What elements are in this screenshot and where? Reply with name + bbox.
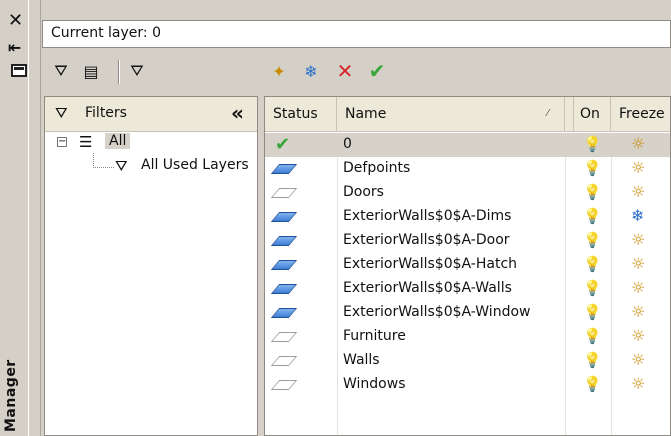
column-name[interactable]: Name ⁄ bbox=[337, 97, 565, 131]
layer-thawed-sun-icon[interactable]: ☼ bbox=[631, 326, 645, 345]
layer-name[interactable]: ExteriorWalls$0$A-Walls bbox=[343, 280, 512, 296]
column-header-row: Status Name ⁄ On Freeze bbox=[265, 97, 670, 132]
layer-row[interactable]: ExteriorWalls$0$A-Dims 💡 ❄ bbox=[265, 205, 670, 229]
layer-thawed-sun-icon[interactable]: ☼ bbox=[631, 182, 645, 201]
palette-titlebar: ✕ ⇤ Manager bbox=[0, 0, 41, 436]
layer-row[interactable]: ✔ 0 💡 ☼ bbox=[265, 133, 670, 157]
column-on[interactable]: On bbox=[572, 97, 611, 131]
layer-on-bulb-icon[interactable]: 💡 bbox=[583, 231, 602, 249]
layer-states-manager-icon[interactable]: ▤ bbox=[80, 60, 102, 82]
layer-name[interactable]: Walls bbox=[343, 352, 380, 368]
column-freeze[interactable]: Freeze bbox=[611, 97, 670, 131]
layer-on-bulb-icon[interactable]: 💡 bbox=[583, 255, 602, 273]
layer-thawed-sun-icon[interactable]: ☼ bbox=[631, 374, 645, 393]
column-name-label: Name bbox=[345, 106, 387, 122]
layer-row[interactable]: ExteriorWalls$0$A-Walls 💡 ☼ bbox=[265, 277, 670, 301]
layer-name[interactable]: 0 bbox=[343, 136, 352, 152]
layer-thawed-sun-icon[interactable]: ☼ bbox=[631, 254, 645, 273]
tree-connector bbox=[93, 153, 114, 168]
layer-in-use-icon[interactable] bbox=[270, 280, 298, 298]
layer-on-bulb-icon[interactable]: 💡 bbox=[583, 303, 602, 321]
palette-title: Manager bbox=[3, 359, 19, 432]
layer-thawed-sun-icon[interactable]: ☼ bbox=[631, 278, 645, 297]
filter-tree-panel: ⛛ Filters « − ☰ All ⛛ All Used Layers bbox=[44, 96, 258, 436]
auto-hide-icon[interactable]: ⇤ bbox=[8, 38, 21, 57]
layer-list: Status Name ⁄ On Freeze ✔ 0 💡 ☼ Defpoints 💡 ☼ D… bbox=[264, 96, 671, 436]
layer-row[interactable]: ExteriorWalls$0$A-Hatch 💡 ☼ bbox=[265, 253, 670, 277]
filter-tree-header: ⛛ Filters « bbox=[45, 97, 257, 132]
new-layer-icon[interactable]: ✦ bbox=[268, 60, 290, 82]
layer-in-use-icon[interactable] bbox=[270, 304, 298, 322]
palette-grip[interactable] bbox=[28, 0, 37, 436]
tree-item-all-used-layers[interactable]: All Used Layers bbox=[141, 157, 249, 173]
properties-menu-icon[interactable] bbox=[11, 64, 27, 77]
layer-on-bulb-icon[interactable]: 💡 bbox=[583, 159, 602, 177]
current-layer-display: Current layer: 0 bbox=[42, 20, 671, 48]
layer-in-use-icon[interactable] bbox=[270, 256, 298, 274]
set-current-icon[interactable]: ✔ bbox=[366, 59, 388, 83]
new-layer-vp-frozen-icon[interactable]: ❄ bbox=[300, 60, 322, 82]
filter-icon: ⛛ bbox=[55, 104, 68, 122]
collapse-icon[interactable]: « bbox=[231, 101, 244, 125]
layer-row[interactable]: ExteriorWalls$0$A-Door 💡 ☼ bbox=[265, 229, 670, 253]
layer-unused-icon[interactable] bbox=[270, 328, 298, 346]
layer-name[interactable]: ExteriorWalls$0$A-Hatch bbox=[343, 256, 517, 272]
sort-indicator-icon: ⁄ bbox=[547, 108, 549, 119]
layer-thawed-sun-icon[interactable]: ☼ bbox=[631, 134, 645, 153]
layer-row[interactable]: Furniture 💡 ☼ bbox=[265, 325, 670, 349]
layer-row[interactable]: ExteriorWalls$0$A-Window 💡 ☼ bbox=[265, 301, 670, 325]
layer-thawed-sun-icon[interactable]: ☼ bbox=[631, 230, 645, 249]
layer-row[interactable]: Defpoints 💡 ☼ bbox=[265, 157, 670, 181]
layer-unused-icon[interactable] bbox=[270, 352, 298, 370]
layer-unused-icon[interactable] bbox=[270, 184, 298, 202]
layer-name[interactable]: ExteriorWalls$0$A-Dims bbox=[343, 208, 511, 224]
layer-name[interactable]: ExteriorWalls$0$A-Window bbox=[343, 304, 530, 320]
layer-name[interactable]: Furniture bbox=[343, 328, 406, 344]
layer-name[interactable]: Doors bbox=[343, 184, 384, 200]
layer-on-bulb-icon[interactable]: 💡 bbox=[583, 351, 602, 369]
layer-thawed-sun-icon[interactable]: ☼ bbox=[631, 302, 645, 321]
layer-row[interactable]: Doors 💡 ☼ bbox=[265, 181, 670, 205]
column-status[interactable]: Status bbox=[265, 97, 337, 131]
all-filter-icon: ☰ bbox=[79, 133, 93, 151]
used-layers-filter-icon: ⛛ bbox=[115, 157, 128, 175]
filters-label: Filters bbox=[85, 105, 127, 121]
layer-row[interactable]: Windows 💡 ☼ bbox=[265, 373, 670, 397]
layer-name[interactable]: Defpoints bbox=[343, 160, 410, 176]
tree-item-all[interactable]: All bbox=[105, 133, 131, 149]
layer-in-use-icon[interactable] bbox=[270, 232, 298, 250]
layer-in-use-icon[interactable] bbox=[270, 208, 298, 226]
layer-unused-icon[interactable] bbox=[270, 376, 298, 394]
layer-on-bulb-icon[interactable]: 💡 bbox=[583, 279, 602, 297]
layer-row[interactable]: Walls 💡 ☼ bbox=[265, 349, 670, 373]
toolbar-separator bbox=[118, 60, 120, 84]
tree-collapse-toggle[interactable]: − bbox=[57, 137, 67, 147]
layer-on-bulb-icon[interactable]: 💡 bbox=[583, 207, 602, 225]
layer-on-bulb-icon[interactable]: 💡 bbox=[583, 327, 602, 345]
layer-on-bulb-icon[interactable]: 💡 bbox=[583, 183, 602, 201]
layer-frozen-snowflake-icon[interactable]: ❄ bbox=[631, 206, 644, 225]
layer-on-bulb-icon[interactable]: 💡 bbox=[583, 375, 602, 393]
new-group-filter-icon[interactable]: ⛛ bbox=[126, 60, 148, 82]
close-icon[interactable]: ✕ bbox=[8, 10, 23, 31]
delete-layer-icon[interactable]: ✕ bbox=[334, 59, 356, 83]
layer-in-use-icon[interactable] bbox=[270, 160, 298, 178]
layer-thawed-sun-icon[interactable]: ☼ bbox=[631, 350, 645, 369]
new-property-filter-icon[interactable]: ⛛ bbox=[50, 60, 72, 82]
layer-thawed-sun-icon[interactable]: ☼ bbox=[631, 158, 645, 177]
layer-name[interactable]: ExteriorWalls$0$A-Door bbox=[343, 232, 510, 248]
layer-name[interactable]: Windows bbox=[343, 376, 406, 392]
current-layer-check-icon[interactable]: ✔ bbox=[275, 136, 295, 154]
layer-on-bulb-icon[interactable]: 💡 bbox=[583, 135, 602, 153]
